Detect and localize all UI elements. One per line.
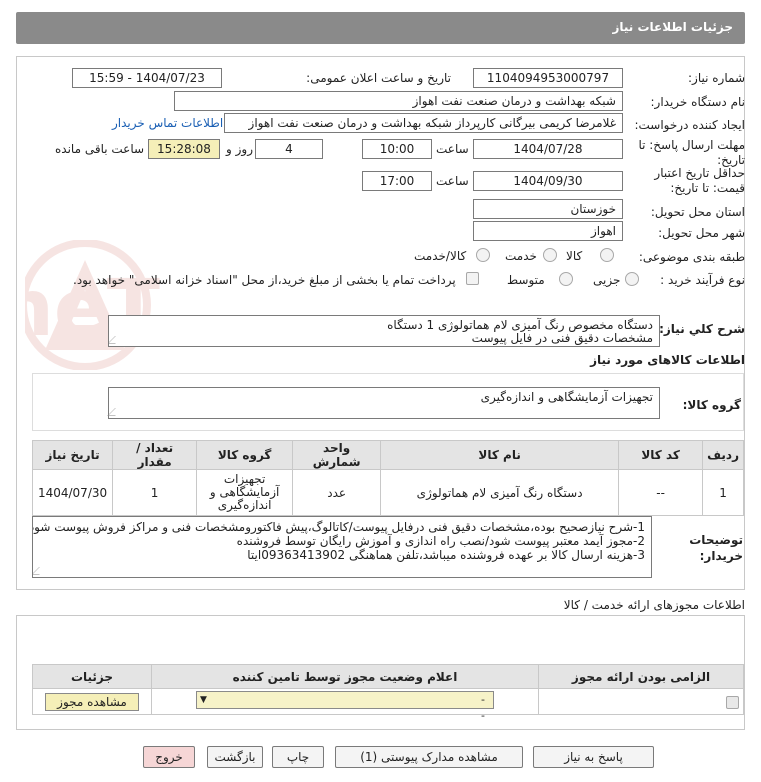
chevron-down-icon: ▼ [200,695,207,705]
deadline-label: مهلت ارسال پاسخ: تا تاریخ: [638,138,745,167]
select-value: -- [481,693,485,722]
cell-qty: 1 [112,469,198,516]
goods-table: ردیف کد کالا نام کالا واحد شمارش گروه کا… [31,440,744,516]
summary-label: شرح کلي نیاز: [659,322,745,336]
resize-grip[interactable] [33,567,47,575]
validity-time-label: ساعت [436,174,469,188]
license-table-header: الزامی بودن ارائه مجوز اعلام وضعیت مجوز … [32,664,744,689]
table-row: 1 -- دستگاه رنگ آمیزی لام هماتولوژی عدد … [31,469,744,516]
back-button[interactable]: بازگشت [207,746,263,768]
province-label: استان محل تحویل: [650,205,745,219]
col-date: تاریخ نیاز [31,440,114,470]
cell-unit: عدد [292,469,382,516]
treasury-payment-note: پرداخت تمام یا بخشی از مبلغ خرید،از محل … [73,273,456,287]
process-option-medium: متوسط [507,273,545,287]
goods-section-title: اطلاعات کالاهای مورد نیاز [590,353,745,367]
deadline-time-label: ساعت [436,142,469,156]
col-qty: تعداد / مقدار [112,440,198,470]
process-option-minor: جزیی [593,273,621,287]
license-status-select[interactable]: -- ▼ [196,691,494,722]
category-radio-service[interactable] [543,248,557,262]
cell-license-status: -- ▼ [151,688,539,722]
col-code: کد کالا [618,440,704,470]
deadline-date-field: 1404/07/28 [473,139,623,159]
cell-code: -- [618,469,704,516]
col-license-status: اعلام وضعیت مجوز توسط تامین کننده [151,664,539,689]
page-title: جزئیات اطلاعات نیاز [612,20,733,34]
need-number-label: شماره نیاز: [688,71,745,85]
validity-label: حداقل تاریخ اعتبار قیمت: تا تاریخ: [654,166,745,195]
remaining-time-label: ساعت باقی مانده [55,142,145,156]
cell-group: تجهیزات آزمایشگاهی و اندازه‌گیری [196,469,294,516]
city-field: اهواز [473,221,623,241]
col-name: نام کالا [380,440,620,470]
cell-license-details: مشاهده مجوز [32,688,152,715]
reply-button[interactable]: پاسخ به نیاز [533,746,654,768]
cell-license-required [538,688,744,715]
buyer-org-label: نام دستگاه خریدار: [650,95,746,109]
view-attachments-button[interactable]: مشاهده مدارک پیوستی (1) [335,746,523,768]
goods-group-label: گروه کالا: [682,398,741,412]
city-label: شهر محل تحویل: [658,226,745,240]
category-radio-goods[interactable] [600,248,614,262]
buyer-contact-link[interactable]: اطلاعات تماس خریدار [112,116,223,130]
col-group: گروه کالا [196,440,294,470]
license-table: الزامی بودن ارائه مجوز اعلام وضعیت مجوز … [32,664,744,722]
print-button[interactable]: چاپ [272,746,324,768]
col-row: ردیف [702,440,744,470]
validity-date-field: 1404/09/30 [473,171,623,191]
col-license-details: جزئیات [32,664,152,689]
creator-field: غلامرضا کریمی بیرگانی کارپرداز شبکه بهدا… [224,113,623,133]
announce-field: 1404/07/23 - 15:59 [72,68,222,88]
summary-textarea[interactable]: دستگاه مخصوص رنگ آمیزی لام هماتولوژی 1 د… [108,315,660,347]
view-license-button[interactable]: مشاهده مجوز [45,692,139,711]
cell-name: دستگاه رنگ آمیزی لام هماتولوژی [380,469,620,516]
goods-group-value: تجهیزات آزمایشگاهی و اندازه‌گیری [480,390,653,404]
cell-date: 1404/07/30 [31,469,114,516]
days-label: روز و [226,142,253,156]
process-radio-minor[interactable] [625,272,639,286]
buyer-notes-textarea[interactable]: 1-شرح نیازصحیح بوده،مشخصات دقیق فنی درفا… [32,516,652,578]
category-radio-goods-service[interactable] [476,248,490,262]
validity-time-field: 17:00 [362,171,432,191]
category-option-goods: کالا [566,249,583,263]
creator-label: ایجاد کننده درخواست: [634,118,745,132]
cell-row: 1 [702,469,744,516]
buyer-notes-label: توضیحات خریدار: [689,533,743,563]
license-section-title: اطلاعات مجوزهای ارائه خدمت / کالا [563,598,745,612]
table-row: -- ▼ مشاهده مجوز [32,688,744,722]
buyer-note-line-3: 3-هزینه ارسال کالا بر عهده فروشنده میباش… [247,548,645,562]
page-header: جزئیات اطلاعات نیاز [16,12,745,44]
province-field: خوزستان [473,199,623,219]
buyer-note-line-2: 2-مجوز آیمد معتبر پیوست شود/نصب راه اندا… [236,534,645,548]
summary-line-2: مشخصات دقیق فنی در فایل پیوست [471,331,653,345]
need-number-field: 1104094953000797 [473,68,623,88]
category-option-goods-service: کالا/خدمت [414,249,467,263]
exit-button[interactable]: خروج [143,746,195,768]
category-label: طبقه بندی موضوعی: [638,250,745,264]
announce-label: تاریخ و ساعت اعلان عمومی: [306,71,451,85]
remaining-time-field: 15:28:08 [148,139,220,159]
goods-group-field: تجهیزات آزمایشگاهی و اندازه‌گیری [107,387,660,419]
category-option-service: خدمت [505,249,537,263]
process-label: نوع فرآیند خرید : [660,273,745,287]
days-remaining-field: 4 [255,139,323,159]
buyer-org-field: شبکه بهداشت و درمان صنعت نفت اهواز [174,91,623,111]
process-radio-medium[interactable] [559,272,573,286]
col-unit: واحد شمارش [292,440,382,470]
treasury-payment-checkbox[interactable] [466,272,479,285]
goods-table-header: ردیف کد کالا نام کالا واحد شمارش گروه کا… [31,440,744,470]
buyer-note-line-1: 1-شرح نیازصحیح بوده،مشخصات دقیق فنی درفا… [32,520,645,534]
resize-grip[interactable] [107,408,123,416]
deadline-time-field: 10:00 [362,139,432,159]
col-license-required: الزامی بودن ارائه مجوز [538,664,744,689]
license-required-checkbox [726,695,739,709]
